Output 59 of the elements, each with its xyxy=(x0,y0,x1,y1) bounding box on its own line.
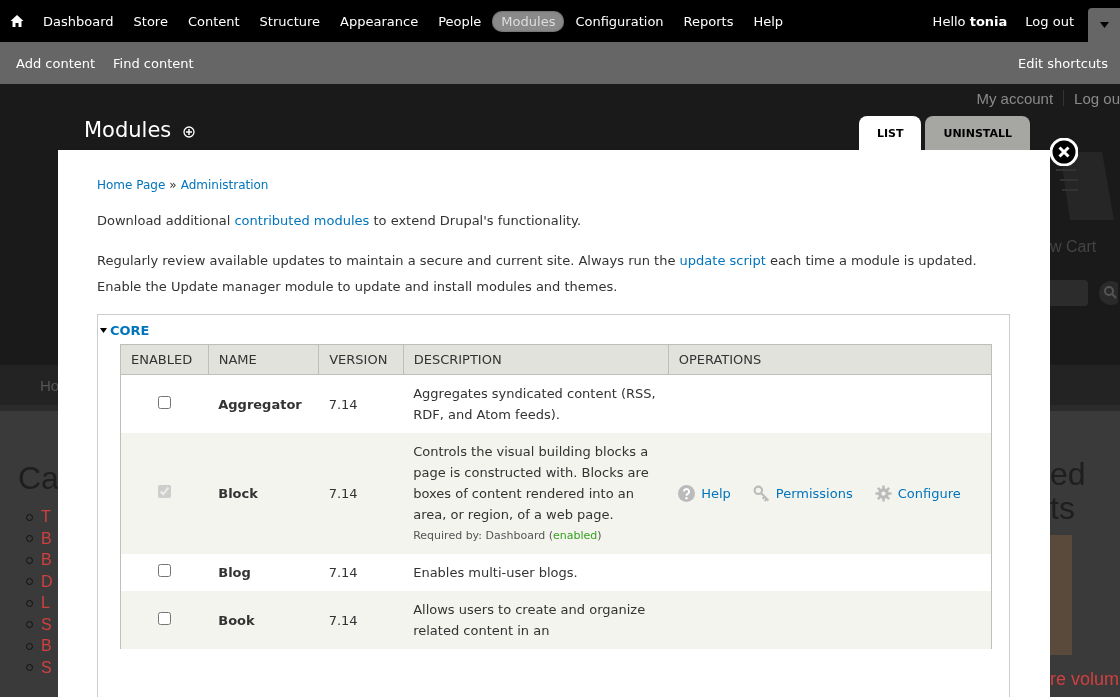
shortcuts-toggle[interactable] xyxy=(1088,8,1120,42)
column-header: NAME xyxy=(208,344,319,375)
help-icon xyxy=(678,485,696,502)
column-header: VERSION xyxy=(318,344,404,375)
page-title: Modules xyxy=(84,118,172,142)
column-header: OPERATIONS xyxy=(668,344,992,375)
tab[interactable]: UNINSTALL xyxy=(925,116,1030,150)
module-version: 7.14 xyxy=(328,486,358,501)
shortcut-link[interactable]: Add content xyxy=(16,55,96,71)
logout-link[interactable]: Log out xyxy=(1025,13,1074,29)
close-icon[interactable] xyxy=(1050,138,1078,166)
menu-item[interactable]: Appearance xyxy=(331,10,428,32)
menu-item[interactable]: Store xyxy=(124,10,177,32)
module-name: Block xyxy=(218,486,258,501)
logout-link[interactable]: Log ou xyxy=(1074,89,1120,107)
enable-checkbox[interactable] xyxy=(158,395,172,409)
menu-item[interactable]: Reports xyxy=(674,10,743,32)
search-field[interactable] xyxy=(1050,280,1088,306)
menu-item[interactable]: Dashboard xyxy=(34,10,123,32)
module-description: Enables multi-user blogs. xyxy=(413,564,579,582)
menu-item[interactable]: Content xyxy=(178,10,249,32)
edit-shortcuts-link[interactable]: Edit shortcuts xyxy=(1018,55,1108,71)
intro-text: Download additional contributed modules to extend Drupal's functionality. xyxy=(97,212,583,230)
search-icon[interactable] xyxy=(1098,280,1118,306)
module-name: Blog xyxy=(218,565,251,580)
gear-icon xyxy=(874,485,892,502)
breadcrumb-link[interactable]: Home Page xyxy=(97,178,166,192)
breadcrumb-link[interactable]: Administration xyxy=(180,178,269,192)
update-script-link[interactable]: update script xyxy=(679,253,766,268)
add-shortcut-icon[interactable] xyxy=(183,126,196,138)
updates-text: Regularly review available updates to maintain a secure and current site. Always run the update script each time a module is updated. Enable the Update manager module to update and install modules and themes. xyxy=(97,252,978,296)
menu-item[interactable]: People xyxy=(429,10,491,32)
required-by-note: Required by: Dashboard (enabled) xyxy=(413,528,603,544)
breadcrumb-separator: » xyxy=(169,178,177,192)
home-icon[interactable] xyxy=(10,14,24,28)
fieldset-legend[interactable]: CORE xyxy=(100,323,992,338)
menu-item[interactable]: Configuration xyxy=(566,10,673,32)
column-header: DESCRIPTION xyxy=(403,344,669,375)
module-version: 7.14 xyxy=(328,612,358,628)
module-version: 7.14 xyxy=(328,396,358,412)
module-description: Allows users to create and organize related content in an xyxy=(413,601,647,640)
contributed-modules-link[interactable]: contributed modules xyxy=(234,213,370,228)
column-header: ENABLED xyxy=(120,344,209,375)
shortcut-link[interactable]: Find content xyxy=(113,55,194,71)
module-description: Controls the visual building blocks a page is constructed with. Blocks are boxes of content rendered into an area, or region, of a web page. xyxy=(413,443,650,524)
tab[interactable]: LIST xyxy=(858,116,922,150)
key-icon xyxy=(752,485,770,502)
module-version: 7.14 xyxy=(328,565,358,580)
caret-icon xyxy=(1099,22,1109,28)
module-name: Book xyxy=(218,612,255,628)
module-name: Aggregator xyxy=(218,396,302,412)
enable-checkbox[interactable] xyxy=(158,611,172,625)
enable-checkbox[interactable] xyxy=(158,564,172,577)
menu-item[interactable]: Structure xyxy=(250,10,330,32)
module-description: Aggregates syndicated content (RSS, RDF, and Atom feeds). xyxy=(413,385,657,424)
disclosure-triangle-icon xyxy=(100,328,107,333)
account-link[interactable]: My account xyxy=(976,89,1054,107)
greeting-text: Hello tonia xyxy=(932,13,1008,29)
menu-item[interactable]: Help xyxy=(744,10,793,32)
